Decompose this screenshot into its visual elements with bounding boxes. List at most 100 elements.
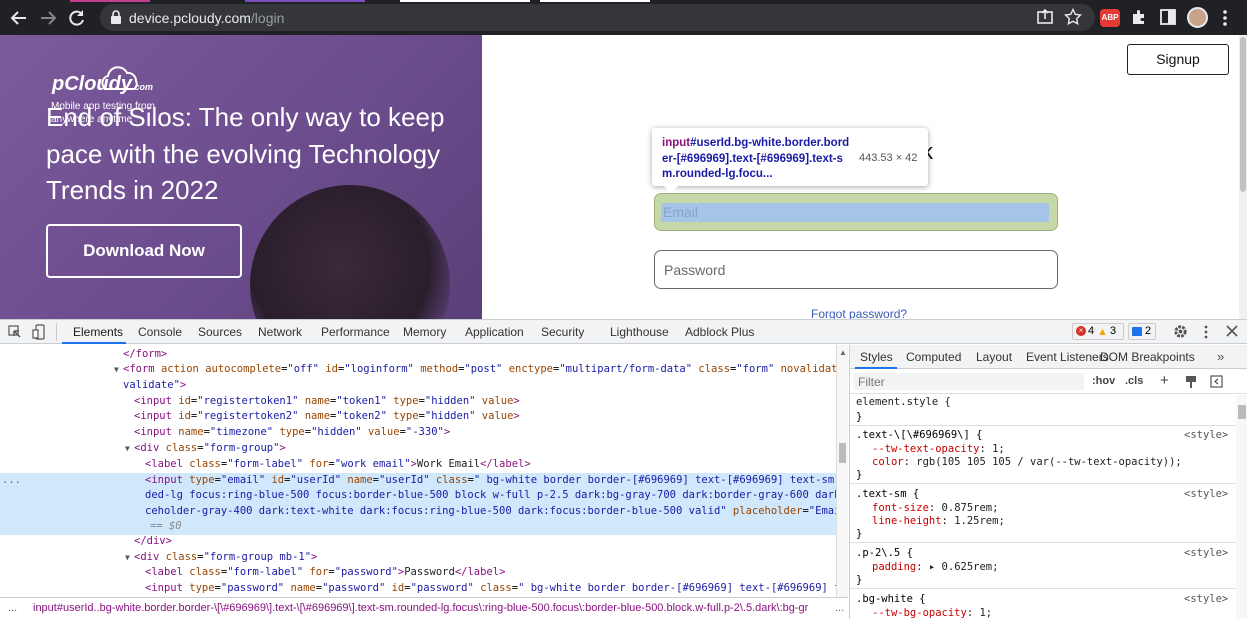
styles-tab-styles[interactable]: Styles <box>860 350 893 364</box>
styles-tab-layout[interactable]: Layout <box>976 350 1012 364</box>
tab-performance[interactable]: Performance <box>321 325 390 339</box>
dom-line[interactable]: <input id="registertoken2" name="token2"… <box>0 409 836 425</box>
breadcrumb-text[interactable]: input#userId..bg-white.border.border-\[\… <box>33 598 808 619</box>
message-icon <box>1132 327 1142 336</box>
dom-line[interactable]: <div class="form-group mb-1"> ▼ <box>0 550 836 566</box>
lock-icon[interactable] <box>110 10 122 24</box>
share-icon[interactable] <box>1036 8 1054 31</box>
error-icon: × <box>1076 326 1086 336</box>
css-rule-source-link[interactable]: <style> <box>1184 429 1228 442</box>
hover-state-toggle[interactable]: :hov <box>1092 375 1115 387</box>
dom-breadcrumb[interactable]: ... input#userId..bg-white.border.border… <box>0 597 848 619</box>
messages-counter[interactable]: 2 <box>1128 323 1156 340</box>
dom-line[interactable]: ceholder-gray-400 dark:text-white dark:f… <box>0 504 836 520</box>
dom-line[interactable]: <label class="form-label" for="password"… <box>0 565 836 581</box>
pcloudy-logo[interactable]: pCloudy.com <box>52 66 153 96</box>
styles-filter-input[interactable] <box>854 373 1084 390</box>
expand-triangle-icon[interactable]: ▼ <box>125 550 130 566</box>
tab-sources[interactable]: Sources <box>198 325 242 339</box>
dom-line[interactable]: <input id="registertoken1" name="token1"… <box>0 394 836 410</box>
styles-tab-bar: » Styles Computed Layout Event Listeners DOM… <box>850 345 1247 369</box>
active-tab-indicator <box>62 342 126 344</box>
password-field[interactable]: Password <box>654 250 1058 289</box>
elements-dom-tree[interactable]: </form> <form action autocomplete="off" i… <box>0 345 836 597</box>
dom-line[interactable]: == $0 <box>0 519 836 535</box>
toggle-sidebar-icon[interactable] <box>1210 375 1223 391</box>
download-now-button[interactable]: Download Now <box>46 224 242 278</box>
tab-network[interactable]: Network <box>258 325 302 339</box>
css-declaration[interactable]: font-size: 0.875rem; <box>872 502 998 515</box>
tab-elements[interactable]: Elements <box>73 325 123 339</box>
dom-line[interactable]: <label class="form-label" for="work emai… <box>0 457 836 473</box>
page-scrollbar[interactable] <box>1239 35 1247 319</box>
url-text[interactable]: device.pcloudy.com/login <box>129 10 284 26</box>
menu-kebab-icon[interactable] <box>1221 9 1229 32</box>
tab-security[interactable]: Security <box>541 325 584 339</box>
dom-line[interactable]: ded-lg focus:ring-blue-500 focus:border-… <box>0 488 836 504</box>
dom-line[interactable]: <input name="timezone" type="hidden" val… <box>0 425 836 441</box>
more-tabs-chevron-icon[interactable]: » <box>1217 349 1224 364</box>
tooltip-dimensions: 443.53 × 42 <box>859 152 918 164</box>
selected-dom-node[interactable]: <input type="email" id="userId" name="us… <box>0 473 836 489</box>
dom-line[interactable]: </div> <box>0 534 836 550</box>
devtools-tab-bar: × 4 ▲ 3 2 Elements Console Sources Network P… <box>0 320 1247 344</box>
tab-memory[interactable]: Memory <box>403 325 446 339</box>
bookmark-star-icon[interactable] <box>1063 7 1083 31</box>
close-devtools-icon[interactable] <box>1226 324 1238 343</box>
styles-scrollbar[interactable] <box>1236 395 1247 619</box>
signup-button[interactable]: Signup <box>1127 44 1229 75</box>
elements-scrollbar[interactable]: ▲ ▼ <box>836 345 848 611</box>
tab-console[interactable]: Console <box>138 325 182 339</box>
adblock-extension-icon[interactable]: ABP <box>1100 9 1120 27</box>
css-rule-selector[interactable]: .text-\[\#696969\] { <box>856 429 982 442</box>
css-rule-selector[interactable]: .text-sm { <box>856 488 919 501</box>
css-rule-selector[interactable]: .p-2\.5 { <box>856 547 913 560</box>
reload-icon[interactable] <box>66 7 88 29</box>
dom-line[interactable]: <form action autocomplete="off" id="logi… <box>0 362 836 378</box>
dom-line[interactable]: </form> <box>0 347 836 363</box>
side-panel-icon[interactable] <box>1159 8 1177 31</box>
info-count: 2 <box>1145 325 1152 337</box>
dom-line[interactable]: <input type="password" name="password" i… <box>0 581 836 597</box>
profile-avatar[interactable] <box>1187 7 1208 28</box>
dom-line[interactable]: validate"> <box>0 378 836 394</box>
devtools-panel: × 4 ▲ 3 2 Elements Console Sources Network P… <box>0 319 1247 619</box>
device-toolbar-icon[interactable] <box>32 324 46 345</box>
tab-lighthouse[interactable]: Lighthouse <box>610 325 669 339</box>
extensions-puzzle-icon[interactable] <box>1130 8 1148 31</box>
css-declaration[interactable]: --tw-bg-opacity: 1; <box>872 607 992 619</box>
settings-gear-icon[interactable] <box>1173 324 1188 344</box>
forward-icon[interactable] <box>37 7 59 29</box>
css-declaration[interactable]: color: rgb(105 105 105 / var(--tw-text-o… <box>872 456 1182 469</box>
back-icon[interactable] <box>8 7 30 29</box>
styles-tab-event-listeners[interactable]: Event Listeners <box>1026 350 1109 364</box>
styles-pane: » Styles Computed Layout Event Listeners DOM… <box>849 345 1247 619</box>
dom-line[interactable]: <div class="form-group"> ▼ <box>0 441 836 457</box>
expand-triangle-icon[interactable]: ▼ <box>125 441 130 457</box>
rule-close-brace[interactable]: } <box>856 411 862 424</box>
css-rule-selector[interactable]: .bg-white { <box>856 593 926 606</box>
expand-triangle-icon[interactable]: ▼ <box>114 362 119 378</box>
tab-adblock-plus[interactable]: Adblock Plus <box>685 325 754 339</box>
inspect-element-icon[interactable] <box>8 325 22 344</box>
node-actions-dots[interactable]: ... <box>2 473 21 489</box>
styles-tab-computed[interactable]: Computed <box>906 350 961 364</box>
element-style-selector[interactable]: element.style { <box>856 396 951 409</box>
css-declaration[interactable]: --tw-text-opacity: 1; <box>872 443 1005 456</box>
email-field[interactable]: Email <box>654 193 1058 231</box>
css-rule-source-link[interactable]: <style> <box>1184 488 1228 501</box>
new-rule-plus-icon[interactable]: + <box>1160 372 1169 389</box>
css-rule-source-link[interactable]: <style> <box>1184 547 1228 560</box>
class-toggle[interactable]: .cls <box>1125 375 1143 387</box>
css-rule-source-link[interactable]: <style> <box>1184 593 1228 606</box>
css-declaration[interactable]: padding: ▸ 0.625rem; <box>872 561 998 574</box>
issues-counter[interactable]: × 4 ▲ 3 <box>1072 323 1124 340</box>
css-declaration[interactable]: line-height: 1.25rem; <box>872 515 1005 528</box>
tab-application[interactable]: Application <box>465 325 524 339</box>
styles-active-indicator <box>855 367 897 369</box>
warning-count: 3 <box>1110 325 1117 337</box>
styles-tab-dom-breakpoints[interactable]: DOM Breakpoints <box>1100 350 1195 364</box>
paint-brush-icon[interactable] <box>1185 375 1197 391</box>
address-bar[interactable]: device.pcloudy.com/login <box>100 4 1095 31</box>
devtools-menu-icon[interactable] <box>1203 325 1209 344</box>
